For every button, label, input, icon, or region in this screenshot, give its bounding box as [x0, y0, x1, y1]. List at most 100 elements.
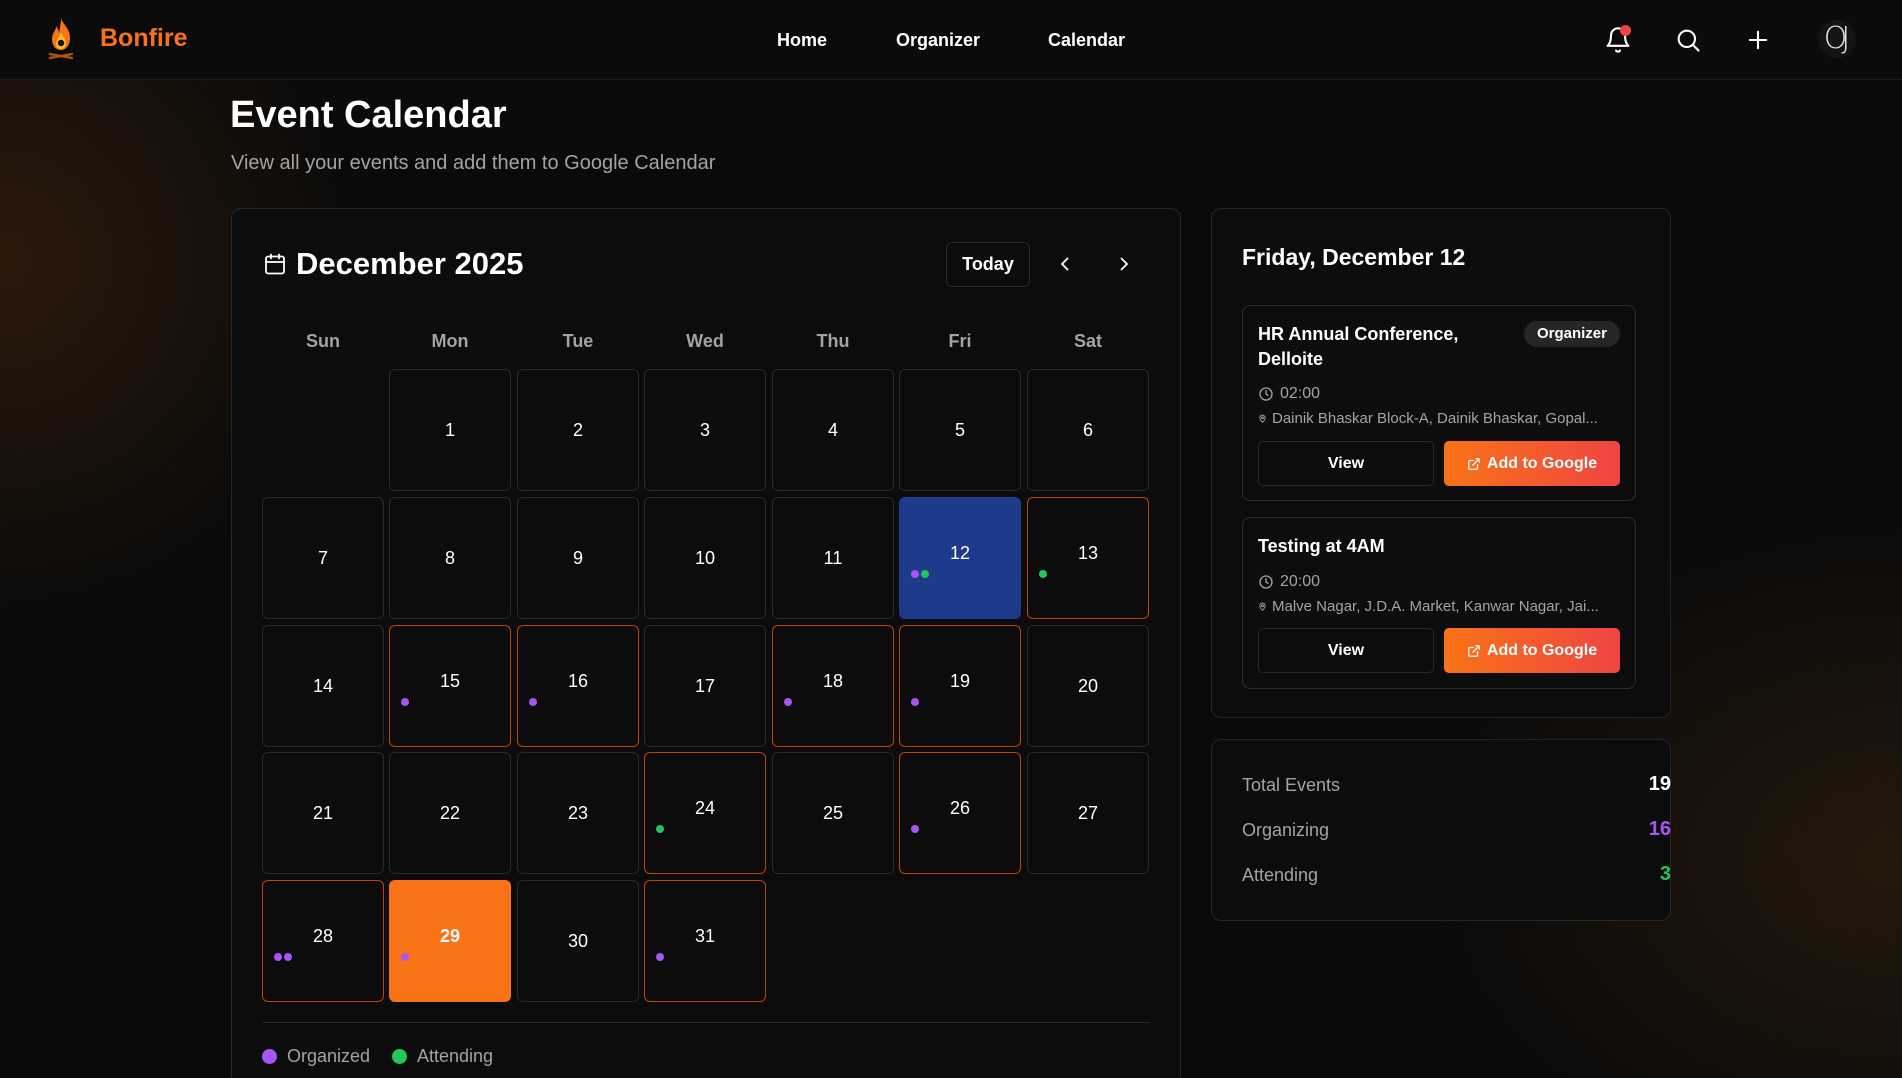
- chevron-left-icon[interactable]: [1053, 252, 1077, 276]
- attending-dot: [656, 825, 664, 833]
- organized-dot: [401, 698, 409, 706]
- day-number: 4: [827, 419, 838, 440]
- calendar-day-9[interactable]: 9: [517, 497, 639, 619]
- weekday-sat: Sat: [1073, 331, 1102, 351]
- calendar-day-11[interactable]: 11: [772, 497, 894, 619]
- event-dots: [1039, 570, 1047, 578]
- search-icon[interactable]: [1674, 26, 1702, 54]
- event-card: HR Annual Conference, Delloite Organizer…: [1242, 305, 1636, 501]
- calendar-day-28[interactable]: 28: [262, 880, 384, 1002]
- calendar-day-15[interactable]: 15: [389, 625, 511, 747]
- organized-dot: [401, 953, 409, 961]
- day-number: 19: [949, 670, 971, 691]
- map-pin-icon: [1259, 414, 1266, 423]
- add-to-google-button[interactable]: Add to Google: [1444, 628, 1620, 673]
- calendar-day-26[interactable]: 26: [899, 752, 1021, 874]
- calendar-day-5[interactable]: 5: [899, 369, 1021, 491]
- calendar-icon: [265, 253, 285, 275]
- day-number: 26: [949, 797, 971, 818]
- calendar-day-3[interactable]: 3: [644, 369, 766, 491]
- calendar-day-16[interactable]: 16: [517, 625, 639, 747]
- organized-dot: [911, 825, 919, 833]
- calendar-day-23[interactable]: 23: [517, 752, 639, 874]
- notification-badge: [1620, 25, 1631, 36]
- organized-dot: [274, 953, 282, 961]
- day-number: 10: [694, 547, 716, 568]
- calendar-day-24[interactable]: 24: [644, 752, 766, 874]
- calendar-day-4[interactable]: 4: [772, 369, 894, 491]
- event-dots: [911, 698, 919, 706]
- calendar-day-31[interactable]: 31: [644, 880, 766, 1002]
- calendar-day-29[interactable]: 29: [389, 880, 511, 1002]
- clock-icon: [1259, 387, 1273, 401]
- calendar-day-17[interactable]: 17: [644, 625, 766, 747]
- day-number: 5: [954, 419, 965, 440]
- calendar-day-18[interactable]: 18: [772, 625, 894, 747]
- day-number: 28: [312, 925, 334, 946]
- weekday-sun: Sun: [306, 331, 340, 351]
- weekday-tue: Tue: [562, 331, 594, 351]
- calendar-day-27[interactable]: 27: [1027, 752, 1149, 874]
- calendar-day-25[interactable]: 25: [772, 752, 894, 874]
- calendar-day-19[interactable]: 19: [899, 625, 1021, 747]
- day-number: 31: [694, 925, 716, 946]
- calendar-day-2[interactable]: 2: [517, 369, 639, 491]
- weekday-thu: Thu: [816, 331, 850, 351]
- day-number: 15: [439, 670, 461, 691]
- calendar-day-21[interactable]: 21: [262, 752, 384, 874]
- day-number: 27: [1077, 802, 1099, 823]
- day-number: 17: [694, 675, 716, 696]
- event-card: Testing at 4AM 20:00 Malve Nagar, J.D.A.…: [1242, 517, 1636, 689]
- stat-attending-label: Attending: [1242, 865, 1319, 885]
- calendar-day-22[interactable]: 22: [389, 752, 511, 874]
- nav-link-calendar[interactable]: Calendar: [1048, 30, 1125, 51]
- event-dots: [529, 698, 537, 706]
- day-number: 16: [567, 670, 589, 691]
- calendar-day-12[interactable]: 12: [899, 497, 1021, 619]
- stat-total-label: Total Events: [1242, 775, 1341, 795]
- nav-link-home[interactable]: Home: [777, 30, 827, 51]
- stat-total-value: 19: [1648, 773, 1671, 795]
- day-number: 3: [699, 419, 710, 440]
- legend-divider: [262, 1022, 1150, 1023]
- calendar-day-20[interactable]: 20: [1027, 625, 1149, 747]
- legend-organized-dot: [262, 1048, 277, 1064]
- calendar-day-6[interactable]: 6: [1027, 369, 1149, 491]
- view-event-button[interactable]: View: [1258, 441, 1434, 486]
- event-dots: [656, 953, 664, 961]
- calendar-day-13[interactable]: 13: [1027, 497, 1149, 619]
- legend-attending: Attending: [392, 1046, 493, 1066]
- calendar-day-1[interactable]: 1: [389, 369, 511, 491]
- day-number: 8: [444, 547, 455, 568]
- calendar-day-8[interactable]: 8: [389, 497, 511, 619]
- legend-attending-label: Attending: [417, 1045, 494, 1066]
- chevron-right-icon[interactable]: [1112, 252, 1136, 276]
- plus-icon[interactable]: [1744, 26, 1772, 54]
- day-number: 7: [317, 547, 328, 568]
- view-event-button[interactable]: View: [1258, 628, 1434, 673]
- event-time: 02:00: [1258, 385, 1320, 403]
- event-location: Dainik Bhaskar Block-A, Dainik Bhaskar, …: [1258, 410, 1624, 427]
- event-location: Malve Nagar, J.D.A. Market, Kanwar Nagar…: [1258, 598, 1624, 615]
- calendar-day-10[interactable]: 10: [644, 497, 766, 619]
- selected-date-title: Friday, December 12: [1242, 244, 1466, 270]
- calendar-day-7[interactable]: 7: [262, 497, 384, 619]
- day-number: 14: [312, 675, 334, 696]
- external-link-icon: [1467, 644, 1480, 657]
- stat-attending-value: 3: [1659, 863, 1671, 885]
- add-to-google-button[interactable]: Add to Google: [1444, 441, 1620, 486]
- event-dots: [274, 953, 292, 961]
- external-link-icon: [1467, 457, 1480, 470]
- calendar-day-30[interactable]: 30: [517, 880, 639, 1002]
- today-button[interactable]: Today: [946, 242, 1030, 287]
- attending-dot: [921, 570, 929, 578]
- calendar-day-14[interactable]: 14: [262, 625, 384, 747]
- day-number: 21: [312, 802, 334, 823]
- nav-link-organizer[interactable]: Organizer: [896, 30, 980, 51]
- avatar[interactable]: OJ: [1818, 20, 1856, 58]
- organized-dot: [911, 698, 919, 706]
- day-number: 9: [572, 547, 583, 568]
- stat-organizing-label: Organizing: [1242, 820, 1330, 840]
- weekday-fri: Fri: [948, 331, 972, 351]
- map-pin-icon: [1259, 602, 1266, 611]
